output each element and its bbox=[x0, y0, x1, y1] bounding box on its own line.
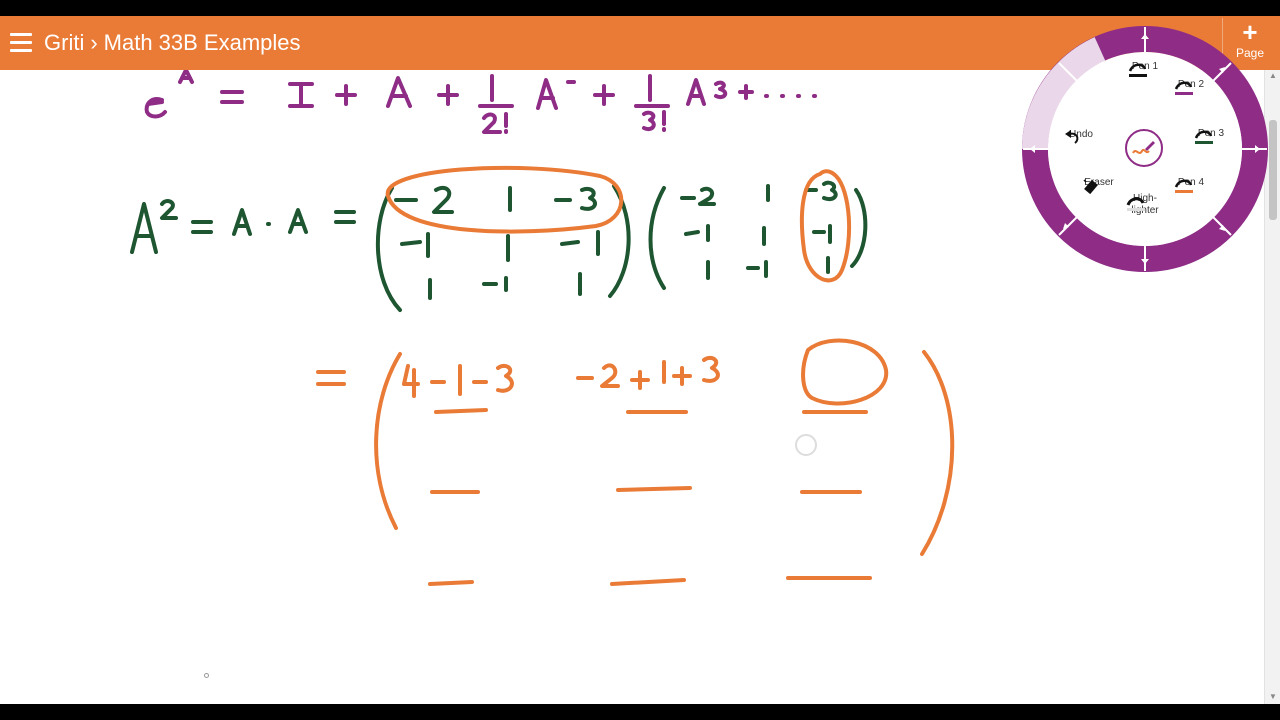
ink-series-definition bbox=[144, 70, 817, 134]
ink-matrix-product bbox=[130, 180, 868, 312]
pen-squiggle-icon bbox=[1132, 141, 1155, 154]
hamburger-menu-icon[interactable] bbox=[10, 33, 32, 53]
highlighter-tool[interactable]: High- lighter bbox=[1125, 193, 1165, 217]
bottom-letterbox bbox=[0, 704, 1280, 720]
pen-4-icon bbox=[1174, 179, 1193, 193]
highlighter-icon bbox=[1126, 197, 1145, 211]
pen-1-icon bbox=[1128, 63, 1147, 77]
pen-3-icon bbox=[1194, 130, 1213, 144]
breadcrumb-notebook[interactable]: Griti bbox=[44, 30, 84, 55]
pen-1-tool[interactable]: Pen 1 bbox=[1127, 61, 1163, 77]
top-letterbox bbox=[0, 0, 1280, 16]
pen-3-tool[interactable]: Pen 3 bbox=[1193, 128, 1229, 144]
breadcrumb-separator: › bbox=[90, 30, 98, 55]
ink-result-matrix bbox=[316, 165, 955, 586]
undo-icon bbox=[1065, 130, 1079, 144]
radial-center-button[interactable] bbox=[1125, 129, 1163, 167]
scrollbar-thumb[interactable] bbox=[1269, 120, 1277, 220]
pen-2-tool[interactable]: Pen 2 bbox=[1173, 79, 1209, 95]
scroll-down-icon[interactable]: ▼ bbox=[1269, 693, 1277, 701]
undo-tool[interactable]: Undo bbox=[1063, 129, 1099, 144]
scroll-up-icon[interactable]: ▲ bbox=[1269, 72, 1277, 80]
eraser-icon bbox=[1083, 179, 1098, 195]
pen-2-icon bbox=[1174, 81, 1193, 95]
radial-tool-menu: Pen 1 Pen 2 Pen 3 Pen 4 Undo Eraser High… bbox=[1021, 25, 1269, 273]
eraser-tool[interactable]: Eraser bbox=[1081, 177, 1117, 195]
pen-4-tool[interactable]: Pen 4 bbox=[1173, 177, 1209, 193]
pen-cursor bbox=[795, 434, 817, 456]
breadcrumb-page[interactable]: Math 33B Examples bbox=[104, 30, 301, 55]
breadcrumb: Griti › Math 33B Examples bbox=[44, 28, 301, 58]
stray-ink-dot bbox=[204, 673, 209, 678]
